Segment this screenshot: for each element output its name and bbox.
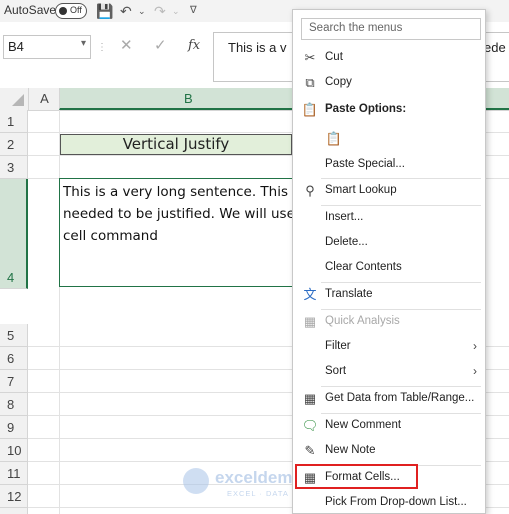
- menu-item-translate[interactable]: 文 Translate: [293, 284, 485, 306]
- chevron-down-icon[interactable]: ▾: [81, 38, 86, 49]
- menu-item-new-comment[interactable]: 🗨 New Comment: [293, 415, 485, 437]
- menu-item-insert[interactable]: Insert...: [293, 207, 485, 229]
- autosave-label: AutoSave: [4, 3, 57, 17]
- menu-item-filter[interactable]: Filter ›: [293, 336, 485, 358]
- menu-item-sort[interactable]: Sort ›: [293, 361, 485, 383]
- menu-item-delete[interactable]: Delete...: [293, 232, 485, 254]
- row-header-9[interactable]: 9: [0, 416, 28, 439]
- row-gap: [0, 289, 28, 324]
- row-header-10[interactable]: 10: [0, 439, 28, 462]
- scissors-icon: ✂: [304, 50, 316, 65]
- redo-dropdown-icon[interactable]: ⌄: [172, 2, 180, 20]
- menu-item-copy[interactable]: ⧉ Copy: [293, 72, 485, 94]
- row-header-3[interactable]: 3: [0, 156, 28, 179]
- row-header-1[interactable]: 1: [0, 110, 28, 133]
- menu-item-paste-special[interactable]: Paste Special...: [293, 154, 485, 176]
- row-header-2[interactable]: 2: [0, 133, 28, 156]
- menu-item-smart-lookup[interactable]: ⚲ Smart Lookup: [293, 180, 485, 202]
- name-box-value: B4: [8, 39, 24, 54]
- table-icon: ▦: [303, 391, 317, 406]
- copy-icon: ⧉: [305, 75, 315, 90]
- chevron-right-icon: ›: [473, 339, 477, 353]
- formula-text-tail: ede: [484, 40, 506, 55]
- customize-toolbar-icon[interactable]: ∇: [190, 2, 197, 20]
- menu-item-get-data[interactable]: ▦ Get Data from Table/Range...: [293, 388, 485, 410]
- note-icon: ✎: [304, 443, 316, 458]
- undo-icon[interactable]: ↶: [120, 2, 132, 20]
- quick-analysis-icon: ▦: [303, 314, 317, 329]
- autosave-toggle[interactable]: Off: [55, 3, 87, 19]
- paste-clipboard-icon: 📋: [325, 131, 343, 146]
- resize-handle-icon[interactable]: ⋮: [97, 42, 107, 53]
- column-header-a[interactable]: A: [28, 88, 60, 110]
- menu-separator: [321, 205, 481, 206]
- name-box[interactable]: B4 ▾: [3, 35, 91, 59]
- format-cells-highlight: [295, 464, 418, 489]
- menu-item-cut[interactable]: ✂ Cut: [293, 47, 485, 69]
- undo-dropdown-icon[interactable]: ⌄: [138, 2, 146, 20]
- menu-item-pick-dropdown[interactable]: Pick From Drop-down List...: [293, 492, 485, 514]
- watermark-name: exceldemy: [215, 468, 302, 487]
- exceldemy-logo: [183, 468, 209, 494]
- row-header-partial: [0, 508, 28, 514]
- row-header-5[interactable]: 5: [0, 324, 28, 347]
- save-icon[interactable]: 💾: [96, 2, 113, 20]
- menu-separator: [321, 413, 481, 414]
- menu-item-clear-contents[interactable]: Clear Contents: [293, 257, 485, 279]
- insert-function-icon[interactable]: fx: [188, 38, 200, 53]
- menu-item-paste-options: 📋 Paste Options:: [301, 102, 407, 117]
- cell-b2-title[interactable]: Vertical Justify: [60, 134, 292, 155]
- menu-separator: [321, 309, 481, 310]
- row-header-6[interactable]: 6: [0, 347, 28, 370]
- paste-option-button[interactable]: 📋: [293, 128, 342, 150]
- select-all-corner[interactable]: [0, 88, 28, 110]
- chevron-right-icon: ›: [473, 364, 477, 378]
- row-header-8[interactable]: 8: [0, 393, 28, 416]
- menu-separator: [321, 178, 481, 179]
- redo-icon[interactable]: ↷: [154, 2, 166, 20]
- enter-icon[interactable]: ✓: [154, 36, 167, 54]
- clipboard-icon: 📋: [301, 102, 319, 117]
- menu-separator: [321, 386, 481, 387]
- translate-icon: 文: [303, 287, 317, 302]
- row-header-7[interactable]: 7: [0, 370, 28, 393]
- menu-search-placeholder: Search the menus: [309, 22, 403, 34]
- cell-b4-selected[interactable]: This is a very long sentence. This line …: [59, 178, 344, 287]
- context-menu: Search the menus ✂ Cut ⧉ Copy 📋 Paste Op…: [292, 9, 486, 514]
- cancel-icon[interactable]: ✕: [120, 36, 133, 54]
- menu-item-new-note[interactable]: ✎ New Note: [293, 440, 485, 462]
- menu-separator: [321, 282, 481, 283]
- menu-item-quick-analysis: ▦ Quick Analysis: [293, 311, 485, 333]
- toggle-knob: [59, 7, 67, 15]
- row-header-11[interactable]: 11: [0, 462, 28, 485]
- column-line: [59, 110, 60, 514]
- formula-text: This is a v: [228, 40, 287, 55]
- row-header-4[interactable]: 4: [0, 179, 28, 289]
- row-header-12[interactable]: 12: [0, 485, 28, 508]
- comment-icon: 🗨: [301, 418, 319, 433]
- menu-search-input[interactable]: Search the menus: [301, 18, 481, 40]
- search-icon: ⚲: [305, 183, 315, 198]
- autosave-state: Off: [70, 5, 82, 15]
